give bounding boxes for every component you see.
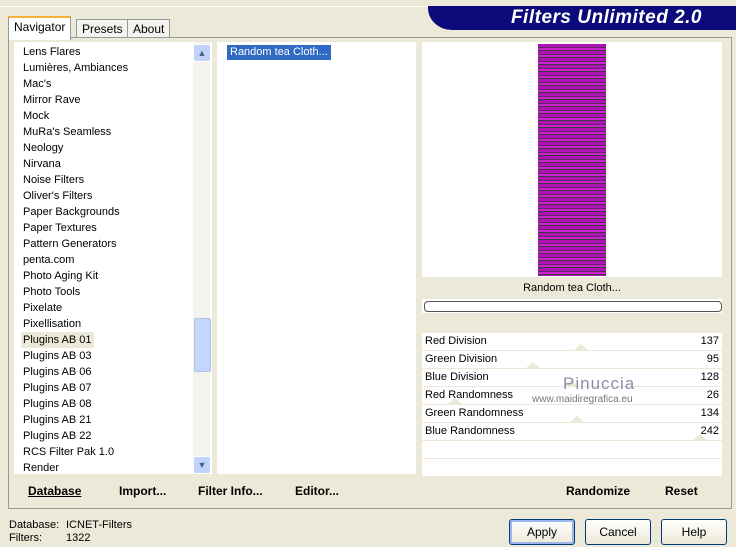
category-item[interactable]: Oliver's Filters	[21, 188, 94, 204]
tab-navigator[interactable]: Navigator	[8, 16, 72, 40]
category-scrollbar[interactable]: ▲ ▼	[193, 42, 211, 474]
reset-button[interactable]: Reset	[665, 478, 698, 504]
watermark-url: www.maidiregrafica.eu	[532, 394, 633, 405]
empty-param-row	[422, 459, 722, 477]
category-item[interactable]: Paper Backgrounds	[21, 204, 122, 220]
category-item[interactable]: Lens Flares	[21, 44, 82, 60]
app-logo-banner: Filters Unlimited 2.0	[428, 6, 736, 30]
category-item[interactable]: Plugins AB 22	[21, 428, 94, 444]
param-value: 134	[700, 407, 719, 419]
param-value: 26	[706, 389, 719, 401]
category-item[interactable]: RCS Filter Pak 1.0	[21, 444, 116, 460]
empty-param-row	[422, 441, 722, 459]
category-item[interactable]: Lumières, Ambiances	[21, 60, 130, 76]
apply-button[interactable]: Apply	[509, 519, 575, 545]
category-item[interactable]: Plugins AB 21	[21, 412, 94, 428]
filter-list[interactable]: Random tea Cloth...	[217, 42, 416, 474]
filter-info-button[interactable]: Filter Info...	[198, 478, 263, 504]
param-slider-row[interactable]: Green Division 95	[422, 351, 722, 369]
cancel-button[interactable]: Cancel	[585, 519, 651, 545]
category-item[interactable]: Mock	[21, 108, 51, 124]
param-label: Red Randomness	[425, 389, 514, 401]
category-item[interactable]: penta.com	[21, 252, 76, 268]
param-value: 95	[706, 353, 719, 365]
category-item[interactable]: Pixelate	[21, 300, 64, 316]
tab-presets[interactable]: Presets	[76, 19, 129, 38]
slider-thumb-icon[interactable]	[569, 416, 586, 423]
param-slider-row[interactable]: Blue Randomness 242	[422, 423, 722, 441]
footer-database-label: Database:	[9, 519, 60, 531]
category-item[interactable]: Plugins AB 01	[21, 332, 94, 348]
category-item[interactable]: Plugins AB 07	[21, 380, 94, 396]
category-list[interactable]: Lens Flares Lumières, Ambiances Mac's Mirro…	[14, 42, 212, 474]
param-label: Blue Randomness	[425, 425, 515, 437]
import-button[interactable]: Import...	[119, 478, 167, 504]
category-item[interactable]: Photo Aging Kit	[21, 268, 100, 284]
param-label: Green Division	[425, 353, 498, 365]
category-item[interactable]: Pattern Generators	[21, 236, 119, 252]
param-value: 128	[700, 371, 719, 383]
param-spacer	[422, 313, 722, 333]
param-label: Blue Division	[425, 371, 489, 383]
category-item[interactable]: Plugins AB 08	[21, 396, 94, 412]
filter-item-selected[interactable]: Random tea Cloth...	[227, 45, 331, 60]
category-item[interactable]: Mac's	[21, 76, 53, 92]
category-item[interactable]: MuRa's Seamless	[21, 124, 113, 140]
category-item[interactable]: Nirvana	[21, 156, 63, 172]
footer-filters-label: Filters:	[9, 532, 42, 544]
category-item[interactable]: Render	[21, 460, 61, 476]
param-value: 137	[700, 335, 719, 347]
randomize-button[interactable]: Randomize	[566, 478, 631, 504]
footer-database-value: ICNET-Filters	[66, 519, 132, 531]
param-label: Red Division	[425, 335, 487, 347]
param-label: Green Randomness	[425, 407, 524, 419]
slider-thumb-icon[interactable]	[692, 434, 709, 441]
footer-filters-value: 1322	[66, 532, 91, 544]
scroll-thumb[interactable]	[194, 318, 211, 372]
app-title: Filters Unlimited 2.0	[510, 7, 702, 28]
category-item[interactable]: Mirror Rave	[21, 92, 82, 108]
tab-about[interactable]: About	[127, 19, 171, 38]
category-item[interactable]: Plugins AB 06	[21, 364, 94, 380]
progress-bar	[424, 301, 722, 312]
preview-caption: Random tea Cloth...	[422, 277, 722, 299]
category-item[interactable]: Neology	[21, 140, 65, 156]
category-item[interactable]: Pixellisation	[21, 316, 83, 332]
category-item[interactable]: Paper Textures	[21, 220, 99, 236]
slider-thumb-icon[interactable]	[572, 344, 589, 351]
category-item[interactable]: Plugins AB 03	[21, 348, 94, 364]
scroll-up-icon[interactable]: ▲	[193, 44, 211, 62]
category-item[interactable]: Photo Tools	[21, 284, 82, 300]
help-button[interactable]: Help	[661, 519, 727, 545]
editor-button[interactable]: Editor...	[295, 478, 340, 504]
slider-thumb-icon[interactable]	[446, 398, 463, 405]
watermark-name: Pinuccia	[563, 374, 636, 393]
scroll-down-icon[interactable]: ▼	[193, 456, 211, 474]
category-item[interactable]: Noise Filters	[21, 172, 86, 188]
slider-thumb-icon[interactable]	[525, 362, 542, 369]
preview-image	[538, 44, 606, 276]
database-button[interactable]: Database	[28, 478, 82, 504]
